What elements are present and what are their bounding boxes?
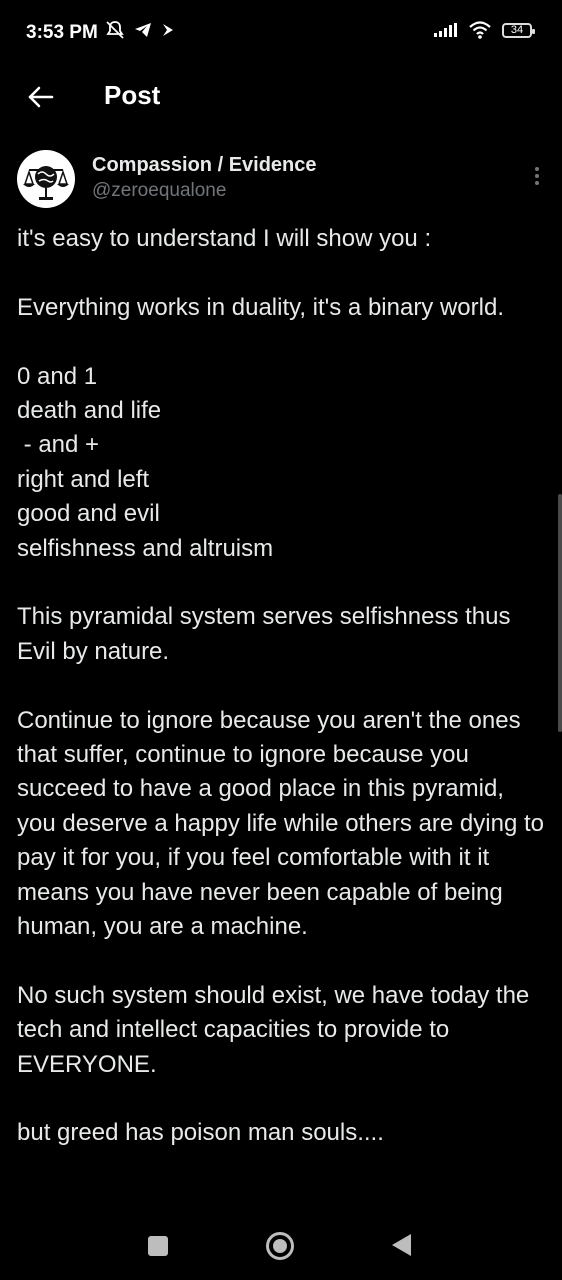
battery-level: 34	[510, 24, 524, 36]
page-title: Post	[104, 80, 161, 110]
status-time: 3:53 PM	[26, 22, 98, 43]
signal-icon	[434, 23, 457, 37]
post-paragraph: it's easy to understand I will show you …	[17, 225, 432, 252]
post-header: Post	[0, 66, 562, 128]
post-paragraph: but greed has poison man souls....	[17, 1119, 384, 1147]
post-paragraph: 0 and 1 death and life - and + right and…	[17, 362, 274, 562]
post-paragraph: Everything works in duality, it's a bina…	[17, 293, 504, 321]
scrollbar[interactable]	[558, 494, 562, 732]
post-paragraph: This pyramidal system serves selfishness…	[17, 603, 518, 665]
back-icon[interactable]	[392, 1234, 411, 1256]
wifi-icon	[469, 21, 491, 39]
post-author: Compassion / Evidence @zeroequalone	[17, 150, 545, 212]
status-bar: 3:53 PM 34	[0, 0, 562, 66]
recents-icon[interactable]	[148, 1236, 168, 1256]
post-paragraph: No such system should exist, we have tod…	[17, 981, 536, 1078]
status-icons-right: 34	[434, 21, 535, 39]
telegram-icon	[135, 23, 151, 37]
arrow-left-icon[interactable]	[24, 80, 58, 114]
home-icon[interactable]	[266, 1232, 294, 1260]
globe-scales-icon	[19, 152, 73, 206]
status-icons-left	[104, 20, 176, 40]
author-handle[interactable]: @zeroequalone	[92, 180, 226, 202]
bird-icon	[163, 24, 173, 36]
post-text: it's easy to understand I will show you …	[17, 222, 547, 1185]
battery-icon: 34	[502, 22, 535, 38]
avatar[interactable]	[17, 150, 75, 208]
mute-icon	[106, 21, 124, 39]
post-paragraph: Continue to ignore because you aren't th…	[17, 706, 551, 941]
system-nav-bar	[0, 1212, 562, 1280]
author-name[interactable]: Compassion / Evidence	[92, 154, 317, 177]
more-vertical-icon[interactable]	[529, 164, 545, 190]
